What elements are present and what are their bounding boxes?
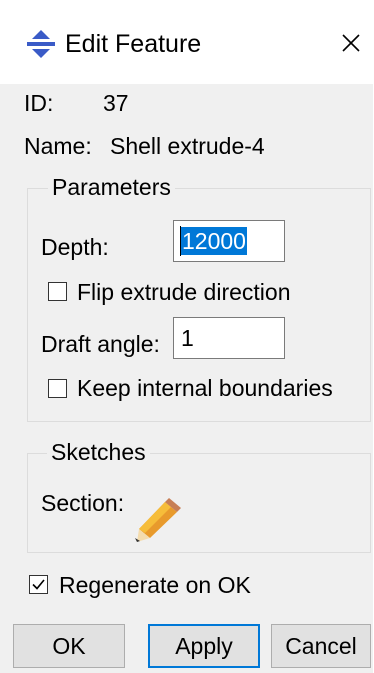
id-label: ID: — [24, 90, 54, 116]
id-value: 37 — [103, 90, 129, 116]
close-button[interactable] — [330, 24, 370, 64]
ok-button[interactable]: OK — [13, 624, 125, 668]
cancel-button[interactable]: Cancel — [271, 624, 371, 668]
draft-angle-input[interactable]: 1 — [173, 317, 285, 359]
regenerate-checkbox[interactable] — [29, 575, 48, 594]
name-value: Shell extrude-4 — [110, 133, 265, 159]
depth-label: Depth: — [41, 234, 109, 260]
keep-boundaries-label[interactable]: Keep internal boundaries — [77, 374, 333, 402]
title-bar[interactable]: Edit Feature — [0, 0, 373, 84]
depth-input[interactable]: 12000 — [173, 220, 285, 262]
keep-boundaries-checkbox[interactable] — [48, 379, 67, 398]
flip-extrude-checkbox[interactable] — [48, 282, 67, 301]
regenerate-label[interactable]: Regenerate on OK — [59, 571, 251, 599]
draft-angle-label: Draft angle: — [41, 331, 160, 357]
section-label: Section: — [41, 490, 125, 516]
close-icon — [342, 34, 360, 52]
apply-button[interactable]: Apply — [148, 624, 260, 668]
checkmark-icon — [32, 579, 45, 590]
flip-extrude-label[interactable]: Flip extrude direction — [77, 278, 291, 306]
draft-angle-value: 1 — [181, 325, 194, 351]
parameters-group-title: Parameters — [48, 173, 175, 201]
pencil-icon[interactable] — [131, 498, 181, 544]
depth-value: 12000 — [181, 227, 247, 255]
sketches-group-title: Sketches — [47, 438, 150, 466]
edit-feature-dialog: Edit Feature ID: 37 Name: Shell extrude-… — [0, 0, 373, 673]
name-label: Name: — [24, 133, 92, 159]
abaqus-arrows-icon — [27, 30, 55, 58]
dialog-title: Edit Feature — [65, 30, 202, 58]
